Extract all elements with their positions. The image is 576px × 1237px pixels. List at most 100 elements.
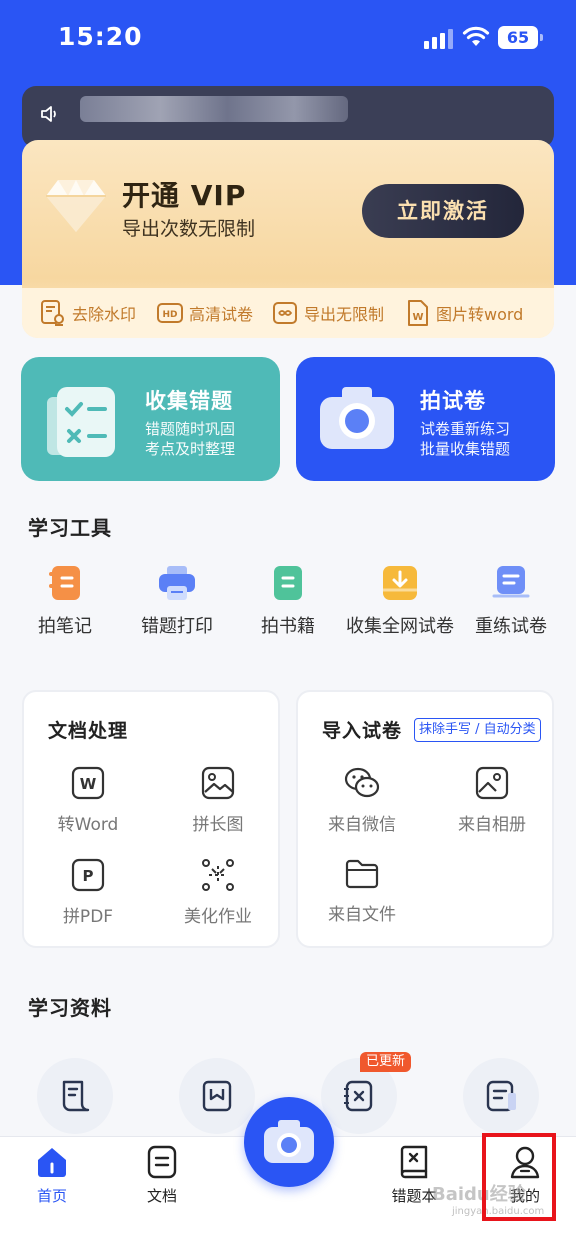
convert-word-item[interactable]: W 转Word [28, 766, 148, 835]
tool-collect-web-papers[interactable]: 收集全网试卷 [340, 560, 460, 638]
card-subtitle: 错题随时巩固 考点及时整理 [145, 419, 235, 459]
highlight-box [482, 1133, 556, 1221]
clipboard-icon [47, 387, 115, 457]
watermark-doc-icon [41, 300, 64, 326]
vip-title: 开通 VIP [122, 179, 247, 212]
card-subtitle-line: 错题随时巩固 [145, 420, 236, 438]
vip-card[interactable]: 开通 VIP 导出次数无限制 立即激活 去除水印 HD 高清试卷 导出无限制 W… [22, 140, 554, 338]
perk-label: 去除水印 [72, 305, 137, 324]
blurred-announcement-text [80, 96, 348, 122]
camera-icon [320, 387, 394, 449]
notebook-icon [49, 566, 80, 600]
document-list-icon [486, 1080, 516, 1112]
card-title: 收集错题 [145, 389, 233, 413]
mistake-notebook-icon [400, 1145, 428, 1179]
word-icon: W [71, 766, 105, 800]
study-tools: 拍笔记 错题打印 拍书籍 收集全网试卷 重练试卷 [0, 560, 576, 650]
tab-label: 首页 [36, 1187, 67, 1205]
tool-label: 重练试卷 [475, 616, 547, 637]
tool-photo-notes[interactable]: 拍笔记 [5, 560, 125, 638]
resource-documents[interactable] [463, 1058, 539, 1134]
document-icon [147, 1145, 177, 1179]
study-tools-title: 学习工具 [28, 516, 112, 540]
updated-badge: 已更新 [360, 1052, 412, 1072]
card-subtitle-line: 考点及时整理 [145, 440, 236, 458]
word-doc-icon: W [408, 300, 428, 326]
merge-pdf-item[interactable]: P 拼PDF [28, 858, 148, 927]
camera-icon [264, 1120, 314, 1163]
card-title: 拍试卷 [420, 389, 486, 413]
photo-album-icon [475, 766, 509, 800]
tool-label: 拍笔记 [38, 616, 92, 637]
item-label: 拼PDF [62, 907, 114, 927]
svg-text:P: P [83, 867, 94, 885]
book-icon [274, 566, 302, 600]
redo-paper-icon [492, 566, 530, 598]
camera-capture-button[interactable] [244, 1097, 334, 1187]
wifi-icon [462, 26, 490, 46]
from-album-item[interactable]: 来自相册 [432, 766, 552, 835]
perk-hd-paper: HD 高清试卷 [157, 298, 253, 328]
grid-nodes-icon [202, 859, 234, 891]
beautify-homework-item[interactable]: 美化作业 [158, 858, 278, 927]
printer-icon [159, 566, 195, 600]
vip-perks: 去除水印 HD 高清试卷 导出无限制 W 图片转word [22, 288, 554, 338]
svg-text:W: W [412, 312, 423, 323]
item-label: 来自文件 [328, 905, 396, 925]
speaker-icon [41, 106, 56, 122]
tool-print-mistakes[interactable]: 错题打印 [117, 560, 237, 638]
perk-image-to-word: W 图片转word [406, 298, 523, 328]
tool-redo-paper[interactable]: 重练试卷 [451, 560, 571, 638]
perk-label: 导出无限制 [304, 305, 385, 324]
announcement-bar[interactable] [22, 86, 554, 148]
wechat-icon [344, 767, 380, 798]
tool-label: 收集全网试卷 [346, 616, 454, 637]
infinity-export-icon [273, 302, 297, 324]
resource-workbook[interactable] [179, 1058, 255, 1134]
cellular-signal-icon [424, 29, 454, 49]
tab-documents[interactable]: 文档 [122, 1145, 202, 1206]
tool-label: 错题打印 [141, 616, 213, 637]
perk-remove-watermark: 去除水印 [40, 298, 136, 328]
panel-title: 导入试卷 [322, 720, 403, 742]
home-icon [38, 1148, 66, 1177]
diamond-icon [46, 180, 106, 232]
download-tray-icon [383, 566, 417, 600]
feature-badge: 抹除手写 / 自动分类 [414, 718, 541, 742]
item-label: 来自相册 [458, 815, 526, 835]
perk-label: 图片转word [436, 305, 524, 324]
scroll-doc-icon [62, 1080, 90, 1112]
battery-indicator: 65 [498, 26, 543, 49]
status-bar: 15:20 65 [0, 0, 576, 80]
hd-icon: HD [157, 303, 183, 323]
card-subtitle: 试卷重新练习 批量收集错题 [420, 419, 510, 459]
clock: 15:20 [58, 22, 143, 51]
collect-mistakes-card[interactable]: 收集错题 错题随时巩固 考点及时整理 [21, 357, 280, 481]
panel-title: 文档处理 [48, 720, 129, 742]
vip-subtitle: 导出次数无限制 [122, 218, 256, 240]
svg-text:HD: HD [162, 310, 177, 320]
item-label: 拼长图 [192, 815, 244, 835]
perk-label: 高清试卷 [189, 305, 254, 324]
card-subtitle-line: 试卷重新练习 [420, 420, 511, 438]
activate-button[interactable]: 立即激活 [362, 184, 524, 238]
image-icon [201, 766, 235, 800]
card-subtitle-line: 批量收集错题 [420, 440, 511, 458]
item-label: 转Word [57, 815, 119, 835]
tab-label: 文档 [146, 1187, 177, 1205]
pdf-icon: P [71, 858, 105, 892]
import-paper-panel: 导入试卷 抹除手写 / 自动分类 来自微信 来自相册 来自文件 [296, 690, 554, 948]
scan-paper-card[interactable]: 拍试卷 试卷重新练习 批量收集错题 [296, 357, 555, 481]
from-file-item[interactable]: 来自文件 [302, 858, 422, 925]
mistake-book-icon [344, 1080, 373, 1112]
document-processing-panel: 文档处理 W 转Word 拼长图 P 拼PDF 美化作业 [22, 690, 280, 948]
tab-home[interactable]: 首页 [12, 1145, 92, 1206]
folder-icon [345, 859, 379, 889]
from-wechat-item[interactable]: 来自微信 [302, 766, 422, 835]
svg-text:W: W [80, 775, 97, 793]
resource-scroll[interactable] [37, 1058, 113, 1134]
long-image-item[interactable]: 拼长图 [158, 766, 278, 835]
item-label: 来自微信 [328, 815, 396, 835]
study-resources-title: 学习资料 [28, 996, 112, 1020]
workbook-icon [202, 1080, 232, 1112]
